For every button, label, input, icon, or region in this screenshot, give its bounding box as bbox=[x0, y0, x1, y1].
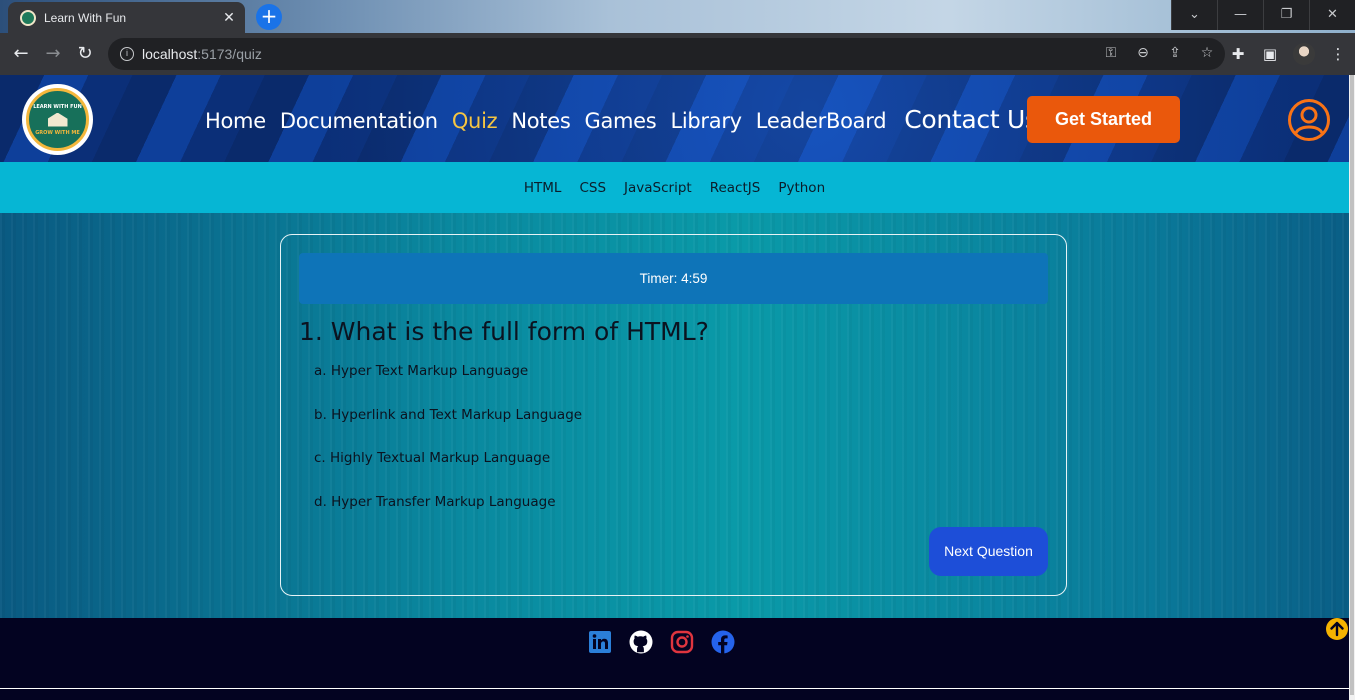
facebook-icon[interactable] bbox=[711, 630, 735, 654]
tab-title: Learn With Fun bbox=[44, 10, 127, 25]
quiz-card: Timer: 4:59 1. What is the full form of … bbox=[280, 234, 1067, 596]
next-question-button[interactable]: Next Question bbox=[929, 527, 1048, 576]
nav-games[interactable]: Games bbox=[584, 109, 656, 133]
url-path: :5173/quiz bbox=[197, 46, 262, 62]
topic-javascript[interactable]: JavaScript bbox=[624, 180, 692, 196]
logo-house-icon bbox=[47, 112, 68, 127]
scrollbar-thumb[interactable] bbox=[1350, 75, 1354, 695]
share-icon[interactable]: ⇪ bbox=[1167, 45, 1183, 61]
nav-quiz[interactable]: Quiz bbox=[452, 109, 498, 133]
forward-icon[interactable]: → bbox=[42, 43, 64, 65]
answer-option-d[interactable]: d. Hyper Transfer Markup Language bbox=[314, 494, 582, 538]
nav-notes[interactable]: Notes bbox=[511, 109, 570, 133]
quiz-topic-nav: HTML CSS JavaScript ReactJS Python bbox=[0, 162, 1349, 213]
main-nav: Home Documentation Quiz Notes Games Libr… bbox=[205, 105, 1052, 134]
footer-divider bbox=[0, 688, 1349, 700]
menu-kebab-icon[interactable]: ⋮ bbox=[1329, 43, 1347, 65]
zoom-out-icon[interactable]: ⊖ bbox=[1135, 45, 1151, 61]
browser-tab-strip: Learn With Fun ✕ + ⌄ — ❐ ✕ bbox=[0, 0, 1355, 33]
topic-reactjs[interactable]: ReactJS bbox=[710, 180, 761, 196]
close-window-icon[interactable]: ✕ bbox=[1309, 0, 1355, 30]
browser-toolbar: ← → ↻ i localhost:5173/quiz ⚿ ⊖ ⇪ ☆ ✚ ▣ … bbox=[0, 33, 1355, 75]
restore-icon[interactable]: ❐ bbox=[1263, 0, 1309, 30]
get-started-button[interactable]: Get Started bbox=[1027, 96, 1180, 143]
topic-css[interactable]: CSS bbox=[579, 180, 606, 196]
nav-contact-us[interactable]: Contact Us bbox=[904, 105, 1038, 134]
new-tab-button[interactable]: + bbox=[256, 4, 282, 30]
url-host: localhost bbox=[142, 46, 198, 62]
answer-option-c[interactable]: c. Highly Textual Markup Language bbox=[314, 450, 582, 494]
social-links bbox=[588, 630, 735, 654]
github-icon[interactable] bbox=[629, 630, 653, 654]
answer-option-a[interactable]: a. Hyper Text Markup Language bbox=[314, 363, 582, 407]
linkedin-icon[interactable] bbox=[588, 630, 612, 654]
close-tab-icon[interactable]: ✕ bbox=[221, 10, 237, 26]
nav-library[interactable]: Library bbox=[670, 109, 742, 133]
favicon-icon bbox=[20, 9, 36, 26]
user-account-icon[interactable] bbox=[1287, 98, 1331, 142]
logo-bottom-text: GROW WITH ME bbox=[35, 129, 80, 136]
logo-top-text: LEARN WITH FUN bbox=[33, 103, 82, 110]
reload-icon[interactable]: ↻ bbox=[74, 43, 96, 65]
extensions-icon[interactable]: ✚ bbox=[1229, 43, 1247, 65]
quiz-section: Timer: 4:59 1. What is the full form of … bbox=[0, 213, 1349, 618]
side-panel-icon[interactable]: ▣ bbox=[1261, 43, 1279, 65]
topic-html[interactable]: HTML bbox=[524, 180, 562, 196]
site-logo[interactable]: LEARN WITH FUN GROW WITH ME bbox=[22, 84, 93, 155]
site-header: LEARN WITH FUN GROW WITH ME Home Documen… bbox=[0, 75, 1349, 162]
window-controls: ⌄ — ❐ ✕ bbox=[1171, 0, 1355, 30]
topic-python[interactable]: Python bbox=[778, 180, 825, 196]
timer: Timer: 4:59 bbox=[299, 253, 1048, 304]
bookmark-star-icon[interactable]: ☆ bbox=[1199, 45, 1215, 61]
page-scrollbar[interactable] bbox=[1349, 75, 1355, 700]
profile-avatar[interactable] bbox=[1293, 43, 1315, 65]
nav-documentation[interactable]: Documentation bbox=[280, 109, 438, 133]
address-bar[interactable]: i localhost:5173/quiz ⚿ ⊖ ⇪ ☆ bbox=[108, 38, 1225, 70]
tab-search-icon[interactable]: ⌄ bbox=[1171, 0, 1217, 30]
scroll-to-top-icon[interactable] bbox=[1326, 618, 1348, 640]
instagram-icon[interactable] bbox=[670, 630, 694, 654]
key-icon[interactable]: ⚿ bbox=[1103, 45, 1119, 61]
answer-options: a. Hyper Text Markup Language b. Hyperli… bbox=[314, 363, 582, 537]
question-text: 1. What is the full form of HTML? bbox=[299, 317, 709, 346]
minimize-icon[interactable]: — bbox=[1217, 0, 1263, 30]
nav-home[interactable]: Home bbox=[205, 109, 266, 133]
browser-tab[interactable]: Learn With Fun ✕ bbox=[8, 2, 245, 33]
answer-option-b[interactable]: b. Hyperlink and Text Markup Language bbox=[314, 407, 582, 451]
back-icon[interactable]: ← bbox=[10, 43, 32, 65]
site-footer bbox=[0, 618, 1349, 688]
site-info-icon[interactable]: i bbox=[120, 47, 134, 61]
nav-leaderboard[interactable]: LeaderBoard bbox=[756, 109, 887, 133]
